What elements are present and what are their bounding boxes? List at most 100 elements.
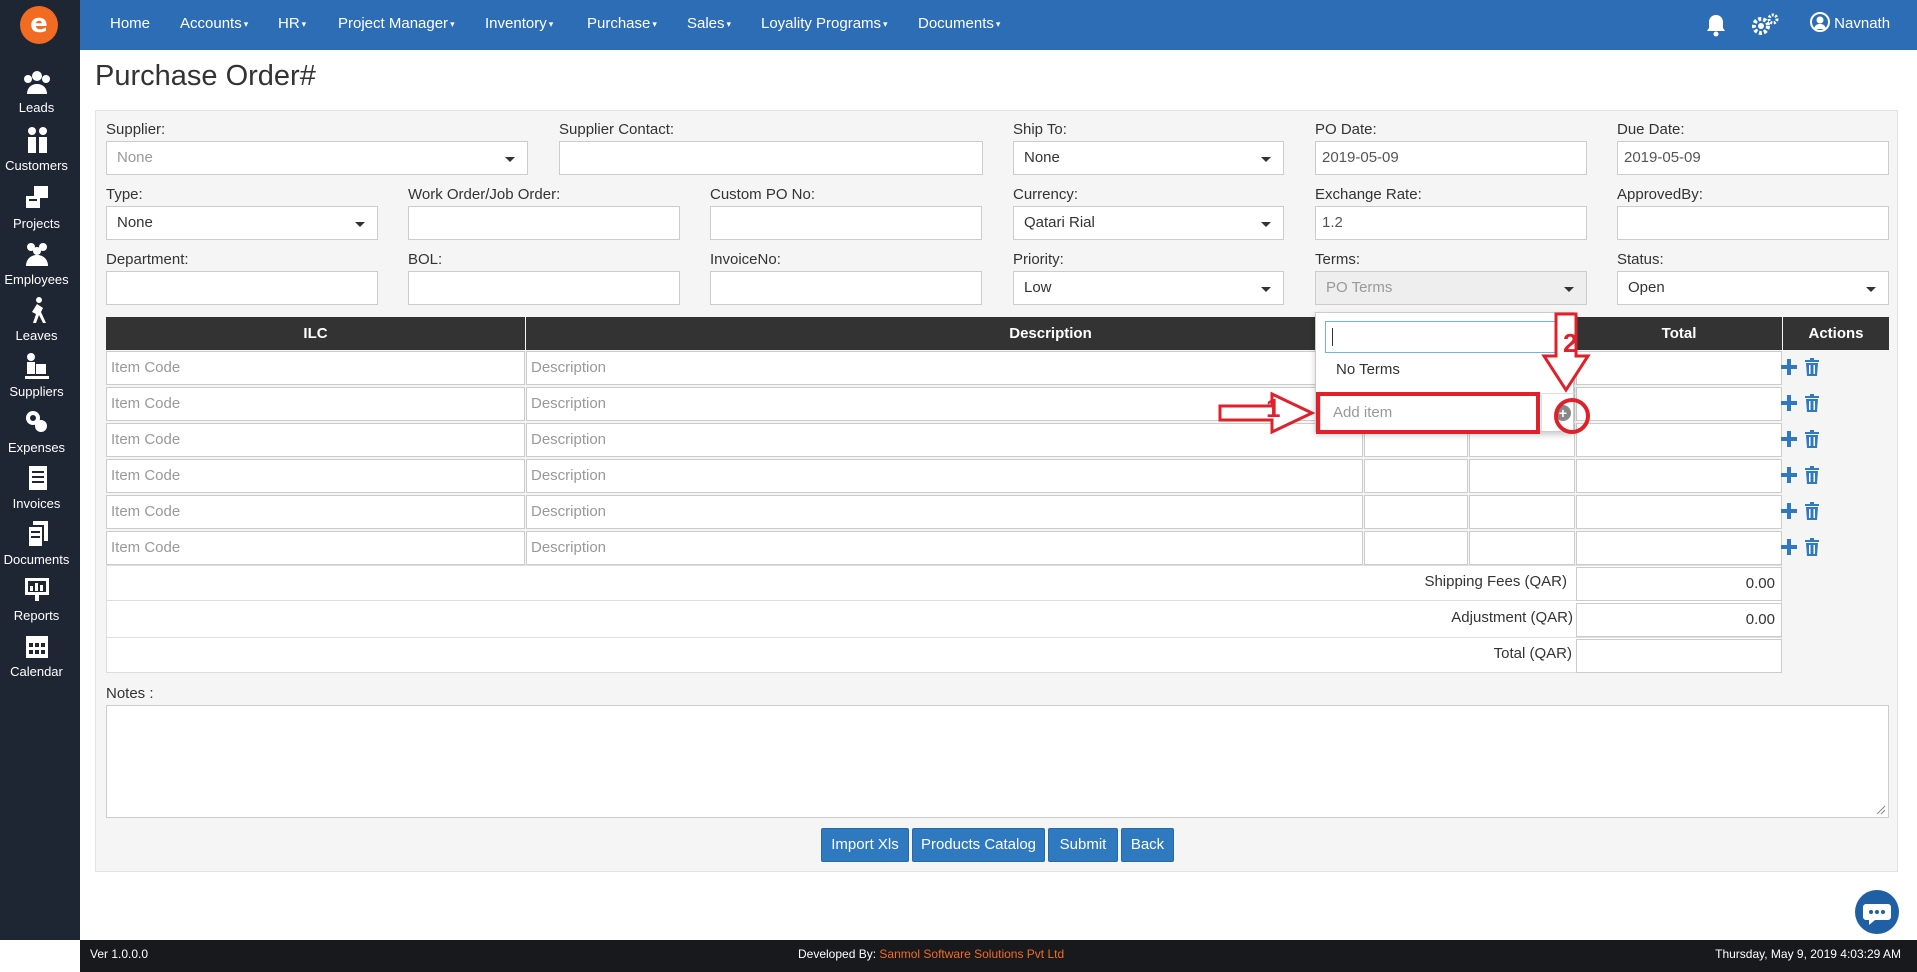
add-row-plus-icon[interactable] (1780, 538, 1798, 556)
priority-select[interactable]: Low (1013, 271, 1284, 305)
line-total-input[interactable] (1576, 531, 1782, 565)
nav-home[interactable]: Home (110, 0, 150, 50)
invoices-icon (28, 466, 47, 490)
type-select[interactable]: None (106, 206, 378, 240)
po-date-input[interactable]: 2019-05-09 (1315, 141, 1587, 175)
item-code-input[interactable]: Item Code (106, 459, 525, 493)
supplier-select[interactable]: None (106, 141, 528, 175)
delete-row-trash-icon[interactable] (1804, 502, 1820, 520)
products-catalog-button[interactable]: Products Catalog (912, 828, 1045, 862)
notes-textarea[interactable] (106, 705, 1889, 818)
currency-select[interactable]: Qatari Rial (1013, 206, 1284, 240)
customers-icon (27, 127, 47, 153)
supplier-contact-input[interactable] (559, 141, 983, 175)
sidebar-item-suppliers[interactable]: Suppliers (0, 352, 73, 399)
work-order-input[interactable] (408, 206, 680, 240)
app-logo[interactable]: e (20, 6, 58, 44)
sidebar-item-documents[interactable]: Documents (0, 520, 73, 567)
notification-bell-icon[interactable] (1705, 13, 1727, 41)
sidebar-item-expenses[interactable]: Expenses (0, 408, 73, 455)
due-date-input[interactable]: 2019-05-09 (1617, 141, 1889, 175)
sidebar-item-customers[interactable]: Customers (0, 126, 73, 173)
totals-divider (106, 637, 1782, 638)
chat-button[interactable] (1855, 890, 1899, 934)
add-row-plus-icon[interactable] (1780, 466, 1798, 484)
nav-label: Home (110, 15, 151, 32)
sidebar-item-calendar[interactable]: Calendar (0, 632, 73, 679)
nav-sales[interactable]: Sales ▾ (687, 0, 731, 50)
terms-label: Terms: (1315, 251, 1360, 268)
adjustment-input[interactable]: 0.00 (1576, 603, 1782, 637)
delete-row-trash-icon[interactable] (1804, 394, 1820, 412)
shipping-fees-input[interactable]: 0.00 (1576, 567, 1782, 601)
nav-documents[interactable]: Documents ▾ (918, 0, 1000, 50)
price-input[interactable] (1469, 531, 1575, 565)
approved-by-input[interactable] (1617, 206, 1889, 240)
type-label: Type: (106, 186, 143, 203)
terms-select[interactable]: PO Terms (1315, 271, 1587, 305)
sidebar-item-employees[interactable]: Employees (0, 240, 73, 287)
ship-to-select[interactable]: None (1013, 141, 1284, 175)
exchange-rate-input[interactable]: 1.2 (1315, 206, 1587, 240)
back-button[interactable]: Back (1121, 828, 1174, 862)
bol-input[interactable] (408, 271, 680, 305)
sidebar-item-leaves[interactable]: Leaves (0, 296, 73, 343)
nav-project-manager[interactable]: Project Manager ▾ (338, 0, 455, 50)
ship-to-value: None (1024, 149, 1060, 166)
import-xls-button[interactable]: Import Xls (821, 828, 909, 862)
status-select[interactable]: Open (1617, 271, 1889, 305)
sidebar-item-label: Projects (13, 216, 60, 231)
line-total-input[interactable] (1576, 495, 1782, 529)
add-row-plus-icon[interactable] (1780, 358, 1798, 376)
item-code-input[interactable]: Item Code (106, 387, 525, 421)
delete-row-trash-icon[interactable] (1804, 538, 1820, 556)
custom-po-input[interactable] (710, 206, 982, 240)
delete-row-trash-icon[interactable] (1804, 358, 1820, 376)
priority-value: Low (1024, 279, 1052, 296)
description-input[interactable]: Description (526, 459, 1363, 493)
quantity-input[interactable] (1364, 459, 1468, 493)
caret-down-icon: ▾ (726, 19, 732, 29)
add-row-plus-icon[interactable] (1780, 502, 1798, 520)
sidebar-item-label: Reports (13, 608, 60, 623)
nav-hr[interactable]: HR ▾ (278, 0, 306, 50)
sidebar-item-reports[interactable]: Reports (0, 576, 73, 623)
item-code-input[interactable]: Item Code (106, 351, 525, 385)
department-input[interactable] (106, 271, 378, 305)
department-label: Department: (106, 251, 189, 268)
item-code-input[interactable]: Item Code (106, 423, 525, 457)
sidebar-item-leads[interactable]: Leads (0, 68, 73, 115)
item-code-input[interactable]: Item Code (106, 531, 525, 565)
bol-label: BOL: (408, 251, 443, 268)
supplier-contact-label: Supplier Contact: (559, 121, 675, 138)
delete-row-trash-icon[interactable] (1804, 466, 1820, 484)
quantity-input[interactable] (1364, 531, 1468, 565)
item-code-input[interactable]: Item Code (106, 495, 525, 529)
nav-inventory[interactable]: Inventory ▾ (485, 0, 553, 50)
description-input[interactable]: Description (526, 531, 1363, 565)
user-menu[interactable]: Navnath (1810, 0, 1890, 50)
price-input[interactable] (1469, 495, 1575, 529)
nav-loyality-programs[interactable]: Loyality Programs ▾ (761, 0, 888, 50)
nav-accounts[interactable]: Accounts ▾ (180, 0, 248, 50)
add-row-plus-icon[interactable] (1780, 430, 1798, 448)
resize-handle-icon[interactable] (1876, 805, 1886, 815)
row-actions (1780, 500, 1826, 524)
settings-gears-icon[interactable] (1750, 12, 1780, 42)
nav-purchase[interactable]: Purchase ▾ (587, 0, 657, 50)
invoice-no-input[interactable] (710, 271, 982, 305)
quantity-input[interactable] (1364, 495, 1468, 529)
nav-label: Project Manager (338, 15, 449, 32)
line-total-input[interactable] (1576, 459, 1782, 493)
submit-button[interactable]: Submit (1048, 828, 1118, 862)
description-input[interactable]: Description (526, 495, 1363, 529)
developer-link[interactable]: Sanmol Software Solutions Pvt Ltd (879, 947, 1064, 961)
add-row-plus-icon[interactable] (1780, 394, 1798, 412)
sidebar-item-projects[interactable]: Projects (0, 184, 73, 231)
price-input[interactable] (1469, 459, 1575, 493)
delete-row-trash-icon[interactable] (1804, 430, 1820, 448)
status-value: Open (1628, 279, 1665, 296)
leads-icon (23, 71, 50, 94)
sidebar-item-label: Customers (5, 158, 68, 173)
sidebar-item-invoices[interactable]: Invoices (0, 464, 73, 511)
